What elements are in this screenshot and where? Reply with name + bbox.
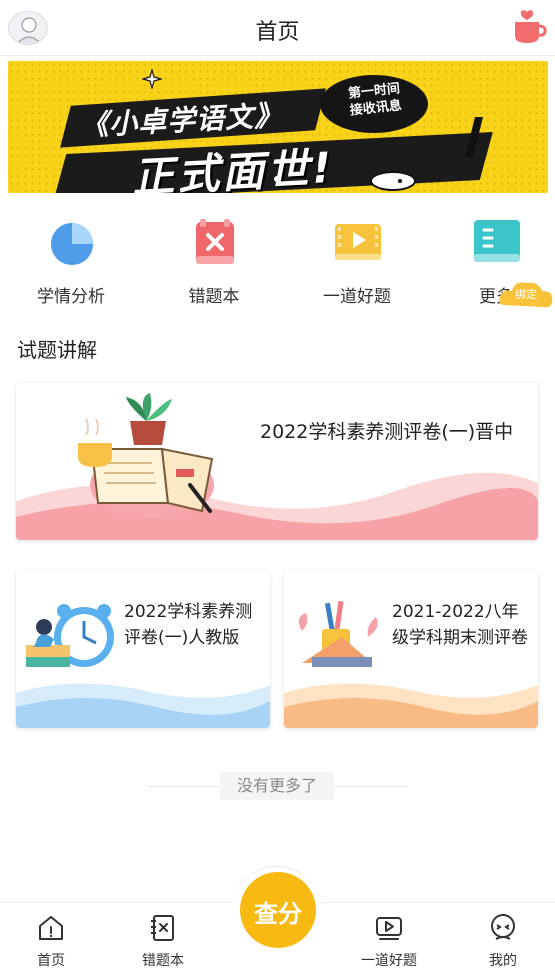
wave-decoration [16, 683, 270, 728]
quick-item-label: 错题本 [188, 287, 240, 307]
carousel-indicator [274, 176, 280, 182]
pie-chart-icon [51, 223, 93, 265]
paper-title: 2022学科素养测评卷(一)人教版 [124, 602, 253, 648]
clock-illustration [26, 604, 114, 667]
paper-title: 2022学科素养测评卷(一)晋中 [260, 421, 514, 443]
page-title: 首页 [255, 20, 300, 45]
stationery-illustration [298, 600, 378, 667]
bind-badge[interactable]: 绑定 [498, 277, 554, 313]
wrong-book-icon [196, 219, 234, 264]
wrong-book-icon [151, 915, 174, 941]
quick-item-label: 学情分析 [37, 287, 105, 307]
bind-badge-label: 绑定 [515, 288, 537, 301]
tab-home[interactable]: 首页 [6, 903, 96, 975]
study-illustration [78, 393, 214, 519]
video-icon [335, 224, 381, 260]
check-score-button[interactable]: 查分 [240, 872, 316, 948]
tab-profile[interactable]: 我的 [458, 903, 548, 975]
profile-icon [491, 914, 515, 940]
quick-item-good-question[interactable]: 一道好题 [297, 212, 417, 312]
paper-card[interactable]: 2022学科素养测评卷(一)人教版 [16, 571, 270, 728]
tab-wrong-book[interactable]: 错题本 [118, 903, 208, 975]
tab-label: 错题本 [142, 953, 184, 969]
doodle-icon [370, 171, 416, 191]
tab-label: 一道好题 [361, 953, 417, 969]
paper-card[interactable]: 2022学科素养测评卷(一)晋中 [16, 383, 538, 540]
paper-card[interactable]: 2021-2022八年级学科期末测评卷 [284, 571, 538, 728]
love-cup-icon[interactable] [509, 8, 549, 46]
wave-decoration [284, 683, 538, 728]
tab-good-question[interactable]: 一道好题 [344, 903, 434, 975]
paper-title: 2021-2022八年级学科期末测评卷 [392, 602, 528, 648]
star-icon [142, 69, 162, 89]
check-score-label: 查分 [254, 900, 302, 928]
section-title: 试题讲解 [17, 338, 97, 362]
quick-item-wrong-book[interactable]: 错题本 [154, 212, 274, 312]
banner-slogan: 正式面世! [131, 142, 336, 193]
home-icon [39, 916, 63, 940]
book-icon [474, 220, 520, 262]
quick-item-label: 一道好题 [323, 287, 391, 307]
no-more-text: 没有更多了 [220, 772, 334, 800]
tab-label: 我的 [489, 953, 517, 969]
quick-nav: 学情分析 错题本 一道好题 更多 [0, 212, 555, 312]
promo-banner[interactable]: 《小卓学语文》 正式面世! 第一时间 接收讯息 [8, 61, 548, 193]
quick-item-analysis[interactable]: 学情分析 [11, 212, 131, 312]
tab-label: 首页 [37, 953, 65, 969]
video-icon [376, 917, 402, 940]
top-bar: 首页 [0, 0, 555, 56]
